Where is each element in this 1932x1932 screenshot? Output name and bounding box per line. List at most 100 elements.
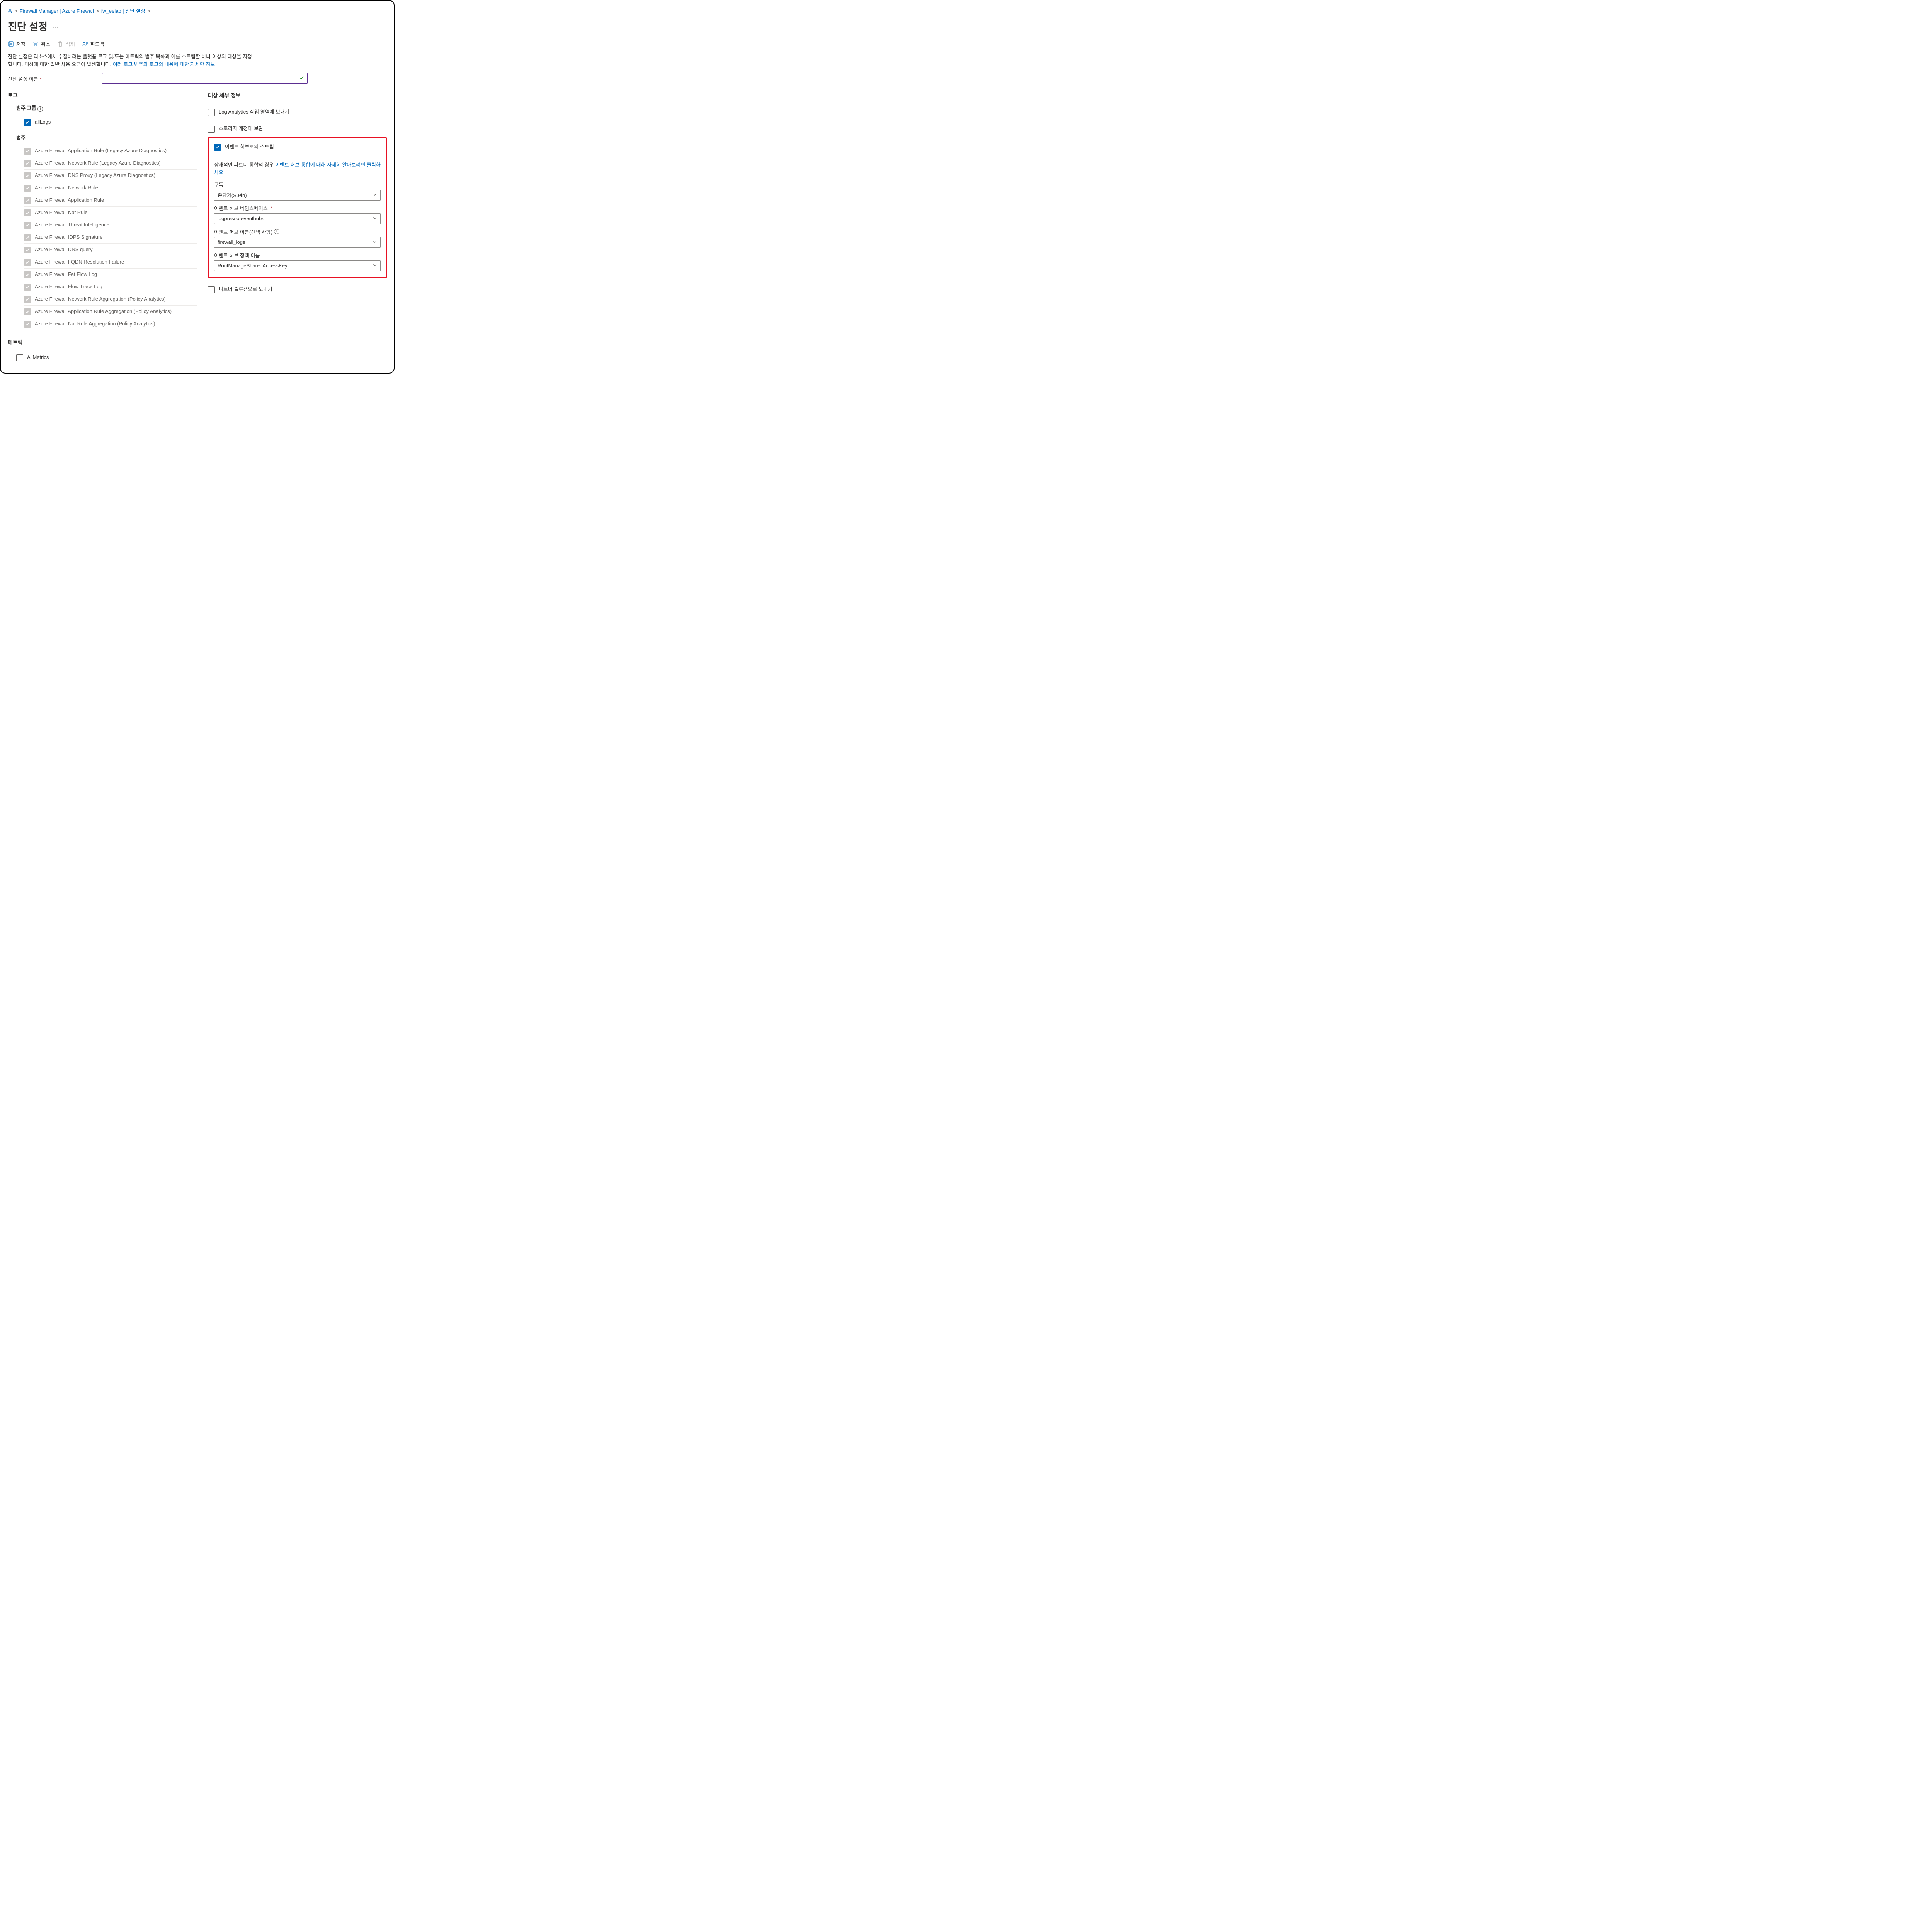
- namespace-select[interactable]: logpresso-eventhubs: [214, 213, 381, 224]
- trash-icon: [57, 41, 63, 47]
- subscription-value: 종량제(S.Pin): [218, 191, 247, 199]
- category-checkbox[interactable]: [24, 321, 31, 328]
- category-checkbox[interactable]: [24, 172, 31, 179]
- info-icon[interactable]: i: [274, 229, 279, 234]
- category-row: Azure Firewall Application Rule Aggregat…: [24, 306, 197, 318]
- all-logs-label: allLogs: [35, 119, 51, 126]
- category-row: Azure Firewall Network Rule Aggregation …: [24, 293, 197, 306]
- category-row: Azure Firewall Nat Rule Aggregation (Pol…: [24, 318, 197, 330]
- category-label: Azure Firewall Flow Trace Log: [35, 283, 102, 290]
- breadcrumb-sep-1: >: [15, 8, 18, 14]
- delete-button: 삭제: [57, 40, 75, 48]
- eventhub-note: 잠재적인 파트너 통합의 경우 이벤트 허브 통합에 대해 자세히 알아보려면 …: [214, 161, 381, 177]
- description-text: 진단 설정은 리소스에서 수집하려는 플랫폼 로그 및/또는 메트릭의 범주 목…: [8, 53, 278, 68]
- subscription-label: 구독: [214, 181, 381, 188]
- all-metrics-checkbox[interactable]: [16, 354, 23, 361]
- delete-label: 삭제: [66, 40, 75, 48]
- dest-eventhub-checkbox[interactable]: [214, 144, 221, 151]
- chevron-down-icon: [372, 263, 377, 269]
- category-row: Azure Firewall Nat Rule: [24, 207, 197, 219]
- eventhub-section: 이벤트 허브로의 스트림 잠재적인 파트너 통합의 경우 이벤트 허브 통합에 …: [208, 137, 387, 278]
- category-row: Azure Firewall Fat Flow Log: [24, 269, 197, 281]
- category-label: Azure Firewall FQDN Resolution Failure: [35, 259, 124, 265]
- category-checkbox[interactable]: [24, 160, 31, 167]
- breadcrumb-sep-3: >: [147, 8, 150, 14]
- dest-partner-label: 파트너 솔루션으로 보내기: [219, 286, 272, 293]
- discard-button[interactable]: 취소: [32, 40, 50, 48]
- toolbar: 저장 취소 삭제 피드백: [8, 40, 387, 48]
- category-label: Azure Firewall Network Rule Aggregation …: [35, 296, 166, 303]
- chevron-down-icon: [372, 239, 377, 245]
- category-row: Azure Firewall Application Rule (Legacy …: [24, 145, 197, 157]
- policy-value: RootManageSharedAccessKey: [218, 263, 287, 269]
- category-label: Azure Firewall IDPS Signature: [35, 234, 103, 241]
- category-row: Azure Firewall Network Rule (Legacy Azur…: [24, 157, 197, 170]
- category-checkbox[interactable]: [24, 148, 31, 155]
- category-checkbox[interactable]: [24, 247, 31, 253]
- name-label: 진단 설정 이름*: [8, 75, 97, 82]
- category-row: Azure Firewall IDPS Signature: [24, 231, 197, 244]
- policy-label: 이벤트 허브 정책 이름: [214, 252, 381, 259]
- save-button[interactable]: 저장: [8, 40, 26, 48]
- category-label: Azure Firewall Network Rule: [35, 184, 98, 191]
- feedback-icon: [82, 41, 88, 47]
- feedback-button[interactable]: 피드백: [82, 40, 104, 48]
- category-row: Azure Firewall Network Rule: [24, 182, 197, 194]
- category-row: Azure Firewall FQDN Resolution Failure: [24, 256, 197, 269]
- policy-select[interactable]: RootManageSharedAccessKey: [214, 260, 381, 271]
- category-row: Azure Firewall DNS query: [24, 244, 197, 256]
- category-row: Azure Firewall Flow Trace Log: [24, 281, 197, 293]
- diagnostic-setting-name-input[interactable]: [102, 73, 308, 84]
- category-label: Azure Firewall Threat Intelligence: [35, 221, 109, 228]
- breadcrumb-home[interactable]: 홈: [8, 8, 12, 14]
- chevron-down-icon: [372, 192, 377, 198]
- category-checkbox[interactable]: [24, 222, 31, 229]
- eventhub-name-select[interactable]: firewall_logs: [214, 237, 381, 248]
- dest-law-label: Log Analytics 작업 영역에 보내기: [219, 109, 289, 116]
- category-checkbox[interactable]: [24, 271, 31, 278]
- category-row: Azure Firewall Threat Intelligence: [24, 219, 197, 231]
- dest-eventhub-label: 이벤트 허브로의 스트림: [225, 143, 274, 150]
- page-title: 진단 설정: [8, 19, 48, 33]
- dest-storage-checkbox[interactable]: [208, 126, 215, 133]
- category-checkbox[interactable]: [24, 284, 31, 291]
- breadcrumb-item-1[interactable]: Firewall Manager | Azure Firewall: [20, 8, 94, 14]
- save-label: 저장: [16, 40, 26, 48]
- category-checkbox[interactable]: [24, 308, 31, 315]
- category-checkbox[interactable]: [24, 296, 31, 303]
- dest-partner-checkbox[interactable]: [208, 286, 215, 293]
- category-checkbox[interactable]: [24, 185, 31, 192]
- category-label: Azure Firewall Fat Flow Log: [35, 271, 97, 278]
- category-group-header: 범주 그룹 i: [8, 104, 197, 112]
- breadcrumb: 홈 > Firewall Manager | Azure Firewall > …: [8, 7, 387, 14]
- info-icon[interactable]: i: [37, 106, 43, 112]
- category-row: Azure Firewall Application Rule: [24, 194, 197, 207]
- category-header: 범주: [8, 134, 197, 141]
- all-logs-checkbox[interactable]: [24, 119, 31, 126]
- eventhub-name-label: 이벤트 허브 이름(선택 사항) i: [214, 228, 381, 235]
- category-row: Azure Firewall DNS Proxy (Legacy Azure D…: [24, 170, 197, 182]
- all-metrics-label: AllMetrics: [27, 354, 49, 361]
- category-label: Azure Firewall Nat Rule Aggregation (Pol…: [35, 320, 155, 327]
- breadcrumb-sep-2: >: [96, 8, 99, 14]
- category-checkbox[interactable]: [24, 209, 31, 216]
- feedback-label: 피드백: [90, 40, 104, 48]
- chevron-down-icon: [372, 216, 377, 221]
- dest-law-checkbox[interactable]: [208, 109, 215, 116]
- eventhub-name-value: firewall_logs: [218, 239, 245, 245]
- discard-label: 취소: [41, 40, 50, 48]
- subscription-select[interactable]: 종량제(S.Pin): [214, 190, 381, 201]
- learn-more-link[interactable]: 여러 로그 범주와 로그의 내용에 대한 자세한 정보: [113, 61, 215, 67]
- logs-header: 로그: [8, 92, 197, 99]
- breadcrumb-item-2[interactable]: fw_eelab | 진단 설정: [101, 8, 145, 14]
- category-label: Azure Firewall DNS Proxy (Legacy Azure D…: [35, 172, 155, 179]
- category-checkbox[interactable]: [24, 234, 31, 241]
- category-label: Azure Firewall Application Rule: [35, 197, 104, 204]
- category-checkbox[interactable]: [24, 197, 31, 204]
- metrics-header: 메트릭: [8, 338, 197, 346]
- check-icon: [299, 75, 304, 82]
- category-checkbox[interactable]: [24, 259, 31, 266]
- more-actions-icon[interactable]: …: [52, 23, 58, 30]
- save-icon: [8, 41, 14, 47]
- category-label: Azure Firewall Nat Rule: [35, 209, 88, 216]
